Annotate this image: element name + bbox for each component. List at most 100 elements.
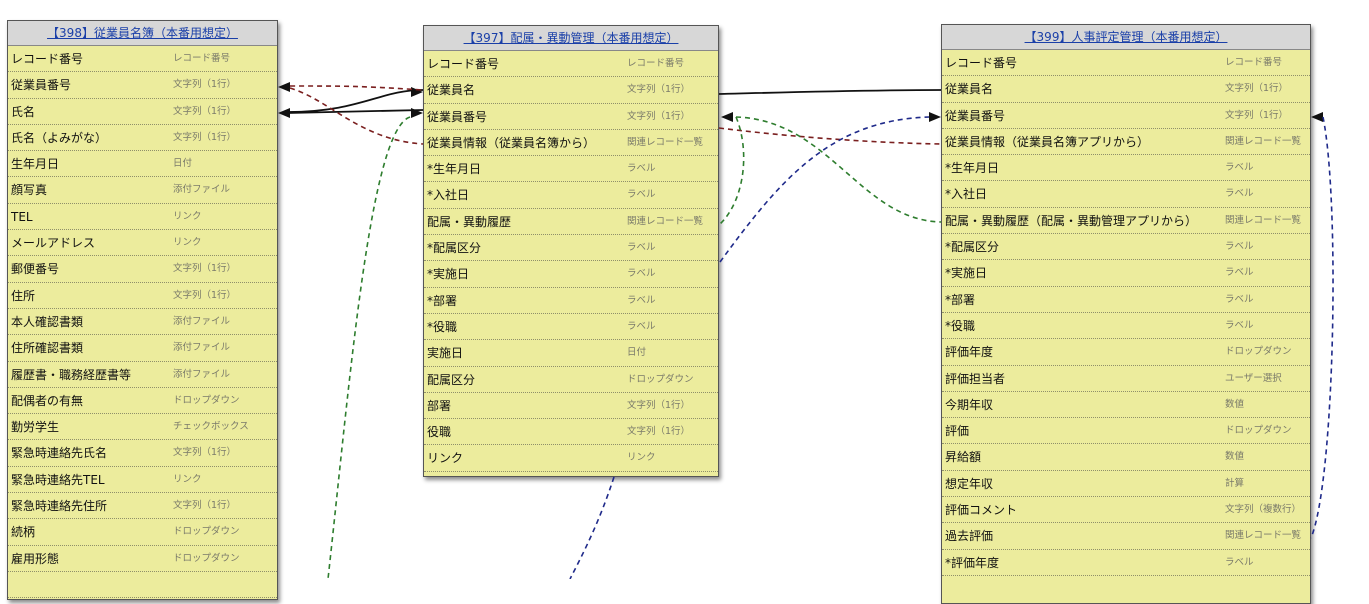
- field-row[interactable]: *入社日 ラベル: [942, 181, 1310, 208]
- field-row[interactable]: 従業員情報（従業員名簿アプリから） 関連レコード一覧: [942, 129, 1310, 156]
- field-name: *実施日: [427, 267, 470, 282]
- field-row[interactable]: レコード番号 レコード番号: [942, 50, 1310, 77]
- field-row[interactable]: 従業員番号 文字列（1行）: [424, 104, 718, 130]
- table-title-399[interactable]: 【399】人事評定管理（本番用想定）: [942, 25, 1310, 50]
- field-row[interactable]: 住所確認書類 添付ファイル: [8, 335, 277, 362]
- field-type: ラベル: [627, 242, 656, 254]
- field-name: メールアドレス: [11, 236, 96, 251]
- lookup-link-employee-name-399: [718, 89, 942, 95]
- field-row[interactable]: *役職 ラベル: [424, 314, 718, 341]
- field-row[interactable]: 配属・異動履歴（配属・異動管理アプリから） 関連レコード一覧: [942, 208, 1310, 235]
- field-row[interactable]: 本人確認書類 添付ファイル: [8, 309, 277, 336]
- field-name: 配属・異動履歴: [427, 214, 512, 229]
- field-row[interactable]: 氏名 文字列（1行）: [8, 99, 277, 125]
- field-row[interactable]: [8, 572, 277, 599]
- field-row[interactable]: 従業員番号 文字列（1行）: [8, 72, 277, 99]
- field-row[interactable]: 評価コメント 文字列（複数行）: [942, 497, 1310, 524]
- field-name: レコード番号: [427, 57, 500, 71]
- field-row[interactable]: *部署 ラベル: [424, 288, 718, 314]
- field-type: 関連レコード一覧: [1225, 135, 1302, 147]
- field-type: ラベル: [627, 189, 656, 201]
- field-name: *生年月日: [945, 161, 1000, 176]
- field-row[interactable]: 配偶者の有無 ドロップダウン: [8, 388, 277, 415]
- field-row[interactable]: 勤労学生 チェックボックス: [8, 414, 277, 441]
- field-name: 従業員名: [427, 83, 476, 98]
- field-type: ドロップダウン: [173, 526, 240, 538]
- field-type: リンク: [173, 210, 202, 222]
- field-row[interactable]: 過去評価 関連レコード一覧: [942, 523, 1310, 550]
- field-row[interactable]: メールアドレス リンク: [8, 230, 277, 257]
- field-row[interactable]: レコード番号 レコード番号: [8, 46, 277, 73]
- field-row[interactable]: 今期年収 数値: [942, 392, 1310, 419]
- field-name: 評価コメント: [945, 503, 1018, 518]
- table-title-398[interactable]: 【398】従業員名簿（本番用想定）: [8, 21, 277, 46]
- table-title-397[interactable]: 【397】配属・異動管理（本番用想定）: [424, 26, 718, 51]
- field-type: レコード番号: [1225, 57, 1283, 68]
- related-link-evaluation-bottom: [569, 476, 615, 579]
- field-row[interactable]: *生年月日 ラベル: [942, 155, 1310, 182]
- field-row[interactable]: 緊急時連絡先住所 文字列（1行）: [8, 493, 277, 520]
- field-row[interactable]: 配属・異動履歴 関連レコード一覧: [424, 209, 718, 236]
- field-row[interactable]: 従業員番号 文字列（1行）: [942, 103, 1310, 129]
- field-row[interactable]: *部署 ラベル: [942, 287, 1310, 313]
- field-row[interactable]: 従業員名 文字列（1行）: [424, 77, 718, 104]
- table-397[interactable]: 【397】配属・異動管理（本番用想定） レコード番号 レコード番号従業員名 文字列（…: [423, 25, 719, 477]
- field-row[interactable]: *生年月日 ラベル: [424, 156, 718, 183]
- field-row[interactable]: 雇用形態 ドロップダウン: [8, 546, 277, 572]
- arrow-icon: [278, 82, 290, 92]
- field-row[interactable]: 住所 文字列（1行）: [8, 283, 277, 309]
- field-row[interactable]: 郵便番号 文字列（1行）: [8, 256, 277, 283]
- field-name: 緊急時連絡先氏名: [11, 446, 108, 461]
- field-row[interactable]: 実施日 日付: [424, 340, 718, 367]
- field-type: ラベル: [627, 294, 656, 306]
- field-row[interactable]: TEL リンク: [8, 204, 277, 231]
- field-row[interactable]: *実施日 ラベル: [942, 260, 1310, 287]
- field-row[interactable]: 評価 ドロップダウン: [942, 418, 1310, 445]
- field-row[interactable]: 履歴書・職務経歴書等 添付ファイル: [8, 362, 277, 388]
- field-type: 文字列（1行）: [173, 79, 237, 91]
- field-type: レコード番号: [627, 58, 685, 69]
- lookup-link-employee-number-397: [287, 109, 424, 114]
- field-row[interactable]: 配属区分 ドロップダウン: [424, 367, 718, 393]
- field-row[interactable]: 従業員名 文字列（1行）: [942, 76, 1310, 103]
- field-name: 緊急時連絡先住所: [11, 499, 108, 514]
- field-name: 勤労学生: [11, 420, 60, 435]
- field-name: 住所確認書類: [11, 341, 84, 356]
- field-type: 関連レコード一覧: [627, 215, 704, 227]
- field-name: 従業員名: [945, 82, 994, 97]
- field-type: 日付: [627, 347, 647, 359]
- field-row[interactable]: リンク リンク: [424, 445, 718, 472]
- field-row[interactable]: 緊急時連絡先氏名 文字列（1行）: [8, 440, 277, 467]
- field-name: 従業員番号: [11, 78, 72, 93]
- field-row[interactable]: 氏名（よみがな） 文字列（1行）: [8, 125, 277, 152]
- field-row[interactable]: *実施日 ラベル: [424, 261, 718, 288]
- table-399[interactable]: 【399】人事評定管理（本番用想定） レコード番号 レコード番号 従業員名 文字列（1…: [941, 24, 1311, 604]
- field-row[interactable]: 部署 文字列（1行）: [424, 393, 718, 420]
- field-row[interactable]: 続柄 ドロップダウン: [8, 519, 277, 546]
- field-row[interactable]: 役職 文字列（1行）: [424, 419, 718, 446]
- field-name: 従業員番号: [427, 109, 488, 124]
- related-link-employee-397-b: [289, 87, 424, 145]
- field-type: ドロップダウン: [627, 373, 694, 385]
- field-row[interactable]: *配属区分 ラベル: [424, 235, 718, 262]
- field-list-398: レコード番号 レコード番号従業員番号 文字列（1行） 氏名 文字列（1行） 氏名（よみがな…: [8, 46, 277, 599]
- field-row[interactable]: *入社日 ラベル: [424, 182, 718, 209]
- field-row[interactable]: 生年月日 日付: [8, 151, 277, 178]
- field-row[interactable]: 評価年度 ドロップダウン: [942, 339, 1310, 366]
- field-name: *入社日: [427, 188, 470, 203]
- field-row[interactable]: レコード番号 レコード番号: [424, 51, 718, 78]
- field-row[interactable]: 従業員情報（従業員名簿から） 関連レコード一覧: [424, 130, 718, 157]
- field-row[interactable]: 昇給額 数値: [942, 444, 1310, 471]
- field-row[interactable]: 緊急時連絡先TEL リンク: [8, 467, 277, 494]
- field-type: ラベル: [1225, 556, 1254, 568]
- field-row[interactable]: *評価年度 ラベル: [942, 550, 1310, 576]
- field-row[interactable]: *役職 ラベル: [942, 313, 1310, 340]
- field-row[interactable]: *配属区分 ラベル: [942, 234, 1310, 261]
- field-type: ドロップダウン: [1225, 425, 1292, 437]
- field-name: *評価年度: [945, 555, 1000, 570]
- field-row[interactable]: 想定年収 計算: [942, 471, 1310, 498]
- field-row[interactable]: 評価担当者 ユーザー選択: [942, 366, 1310, 392]
- diagram-canvas: 【398】従業員名簿（本番用想定） レコード番号 レコード番号 従業員番号 文字列（1…: [0, 0, 1369, 604]
- table-398[interactable]: 【398】従業員名簿（本番用想定） レコード番号 レコード番号従業員番号 文字列（1…: [7, 20, 278, 600]
- field-row[interactable]: 顔写真 添付ファイル: [8, 177, 277, 204]
